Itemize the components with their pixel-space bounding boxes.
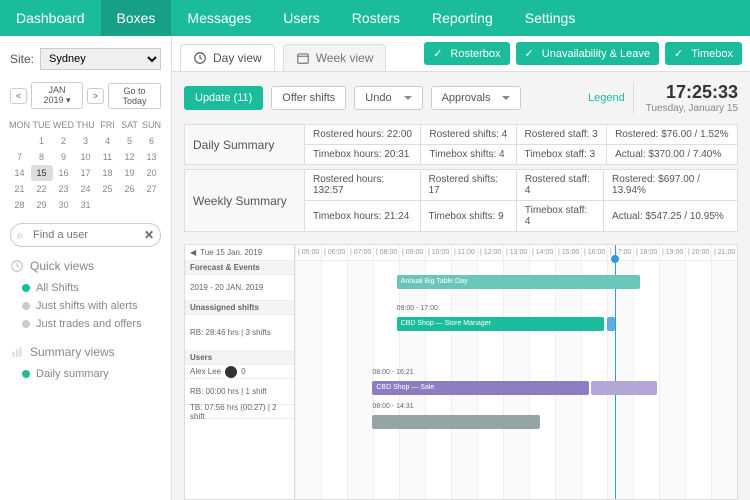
quick-views-header: Quick views (0, 247, 171, 279)
timebox-button[interactable]: Timebox (665, 42, 742, 65)
bar-chart-icon (10, 345, 24, 359)
unassigned-sub: RB: 28:46 hrs | 3 shifts (185, 315, 294, 351)
clock-icon (193, 51, 207, 65)
offer-shifts-button[interactable]: Offer shifts (271, 86, 346, 110)
search-icon: ⌕ (17, 228, 24, 243)
shift-bar-extra[interactable] (607, 317, 616, 331)
user-tb-bar[interactable] (372, 415, 540, 429)
legend-link[interactable]: Legend (588, 92, 625, 104)
view-option[interactable]: Just trades and offers (0, 315, 171, 333)
nav-users[interactable]: Users (267, 0, 336, 36)
gantt-prev-icon[interactable]: ◀ (190, 248, 196, 257)
cal-prev[interactable]: < (10, 88, 27, 104)
users-header: Users (185, 351, 294, 365)
rosterbox-button[interactable]: Rosterbox (424, 42, 509, 65)
main-panel: Day view Week view Rosterbox Unavailabil… (172, 36, 750, 500)
daily-summary-table: Daily Summary Rostered hours: 22:00Roste… (184, 124, 738, 165)
clear-icon[interactable]: ✕ (144, 228, 154, 242)
view-option[interactable]: Daily summary (0, 365, 171, 383)
nav-reporting[interactable]: Reporting (416, 0, 509, 36)
approvals-dropdown[interactable]: Approvals (431, 86, 522, 110)
search-input[interactable] (10, 223, 161, 247)
calendar-icon (296, 51, 310, 65)
site-select[interactable]: Sydney (40, 48, 161, 70)
tab-day-view[interactable]: Day view (180, 44, 275, 71)
user-row[interactable]: Alex Lee 0 (185, 365, 294, 379)
view-option[interactable]: All Shifts (0, 279, 171, 297)
nav-rosters[interactable]: Rosters (336, 0, 416, 36)
summary-views-header: Summary views (0, 333, 171, 365)
clock: 17:25:33 Tuesday, January 15 (633, 82, 738, 114)
undo-dropdown[interactable]: Undo (354, 86, 422, 110)
cal-month[interactable]: JAN 2019 ▾ (31, 82, 82, 109)
calendar[interactable]: MONTUEWEDTHUFRISATSUN .12345678910111213… (9, 117, 163, 213)
unassigned-header: Unassigned shifts (185, 301, 294, 315)
event-bar[interactable]: Annual Big Table Day (397, 275, 640, 289)
clock-icon (10, 259, 24, 273)
nav-boxes[interactable]: Boxes (101, 0, 172, 36)
avatar-icon (225, 366, 237, 378)
sidebar: Site: Sydney < JAN 2019 ▾ > Go to Today … (0, 36, 172, 500)
forecast-header: Forecast & Events (185, 261, 294, 275)
nav-dashboard[interactable]: Dashboard (0, 0, 101, 36)
unavailability-button[interactable]: Unavailability & Leave (516, 42, 659, 65)
weekly-summary-table: Weekly Summary Rostered hours: 132:57Ros… (184, 169, 738, 232)
site-label: Site: (10, 52, 34, 66)
view-option[interactable]: Just shifts with alerts (0, 297, 171, 315)
go-today[interactable]: Go to Today (108, 83, 161, 109)
user-shift-bar-2[interactable] (591, 381, 657, 395)
user-shift-bar[interactable]: CBD Shop — Sale (372, 381, 589, 395)
user-row-2[interactable]: TB: 07:56 hrs (00:27) | 2 shift (185, 405, 294, 419)
cal-next[interactable]: > (87, 88, 104, 104)
nav-messages[interactable]: Messages (171, 0, 267, 36)
shift-bar[interactable]: CBD Shop — Store Manager (397, 317, 605, 331)
top-nav: DashboardBoxesMessagesUsersRostersReport… (0, 0, 750, 36)
tab-week-view[interactable]: Week view (283, 44, 387, 71)
gantt-chart[interactable]: ◀ Tue 15 Jan. 2019 Forecast & Events 201… (184, 244, 738, 500)
nav-settings[interactable]: Settings (509, 0, 592, 36)
update-button[interactable]: Update (11) (184, 86, 263, 110)
forecast-row: 2019 - 20 JAN. 2019 (185, 275, 294, 301)
